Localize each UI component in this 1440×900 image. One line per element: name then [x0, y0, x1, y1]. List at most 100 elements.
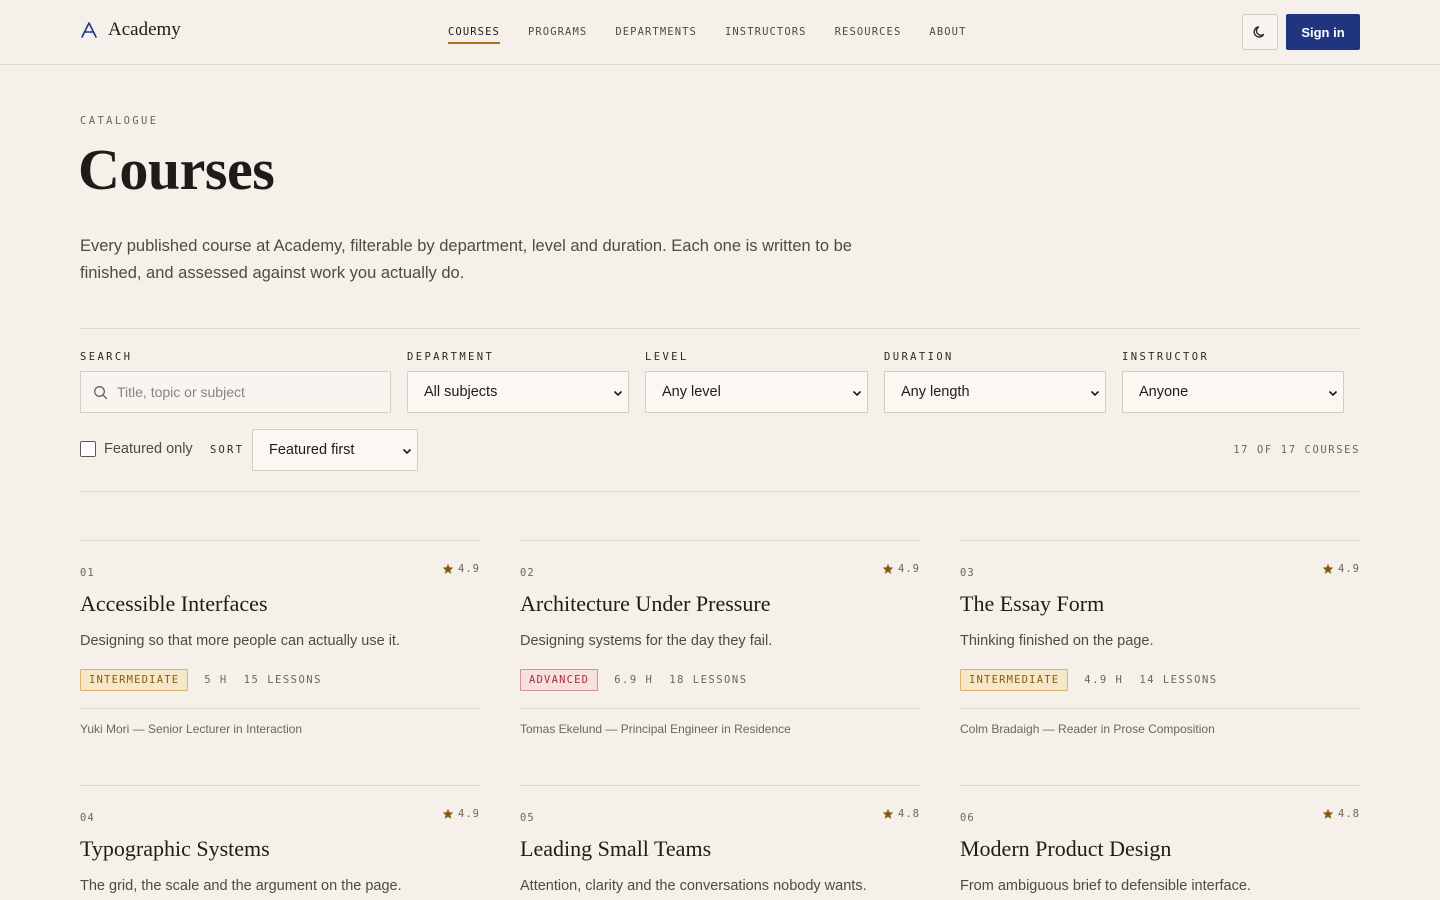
course-rating-value: 4.9 — [898, 563, 920, 575]
nav-courses[interactable]: COURSES — [448, 26, 500, 44]
course-lessons: 18 LESSONS — [669, 674, 748, 686]
results-count: 17 OF 17 COURSES — [1233, 444, 1360, 456]
nav-about[interactable]: ABOUT — [929, 26, 966, 44]
level-badge: ADVANCED — [520, 669, 599, 691]
course-rating-value: 4.8 — [1338, 808, 1360, 820]
level-select[interactable]: Any level — [645, 371, 868, 413]
course-title[interactable]: Leading Small Teams — [520, 836, 711, 862]
course-rating: 4.9 — [442, 563, 480, 575]
course-instructor: Colm Bradaigh — Reader in Prose Composit… — [960, 722, 1215, 736]
course-title[interactable]: The Essay Form — [960, 591, 1104, 617]
main-nav: COURSES PROGRAMS DEPARTMENTS INSTRUCTORS… — [448, 26, 995, 44]
theme-toggle-button[interactable] — [1242, 14, 1278, 50]
nav-instructors[interactable]: INSTRUCTORS — [725, 26, 807, 44]
course-number: 01 — [80, 567, 95, 579]
chevron-down-icon — [1328, 390, 1338, 397]
chevron-down-icon — [1090, 390, 1100, 397]
course-number: 05 — [520, 812, 535, 824]
search-icon — [94, 386, 108, 400]
instructor-select-value: Anyone — [1139, 384, 1189, 400]
course-hours: 5 H — [204, 674, 228, 686]
course-number: 06 — [960, 812, 975, 824]
star-icon — [1322, 563, 1334, 574]
site-header: Academy COURSES PROGRAMS DEPARTMENTS INS… — [0, 0, 1440, 65]
divider — [80, 491, 1360, 492]
sort-select[interactable]: Featured first — [252, 429, 418, 471]
star-icon — [882, 563, 894, 574]
course-number: 04 — [80, 812, 95, 824]
card-divider — [80, 708, 480, 709]
nav-departments[interactable]: DEPARTMENTS — [615, 26, 697, 44]
level-badge: INTERMEDIATE — [80, 669, 189, 691]
triangle-a-icon — [81, 22, 97, 38]
sign-in-button[interactable]: Sign in — [1286, 14, 1360, 50]
course-title[interactable]: Accessible Interfaces — [80, 591, 268, 617]
course-description: Designing systems for the day they fail. — [520, 633, 773, 649]
course-card[interactable]: 01 4.9 Accessible Interfaces Designing s… — [80, 540, 480, 760]
star-icon — [442, 808, 454, 819]
course-description: Thinking finished on the page. — [960, 633, 1154, 649]
department-select-value: All subjects — [424, 384, 498, 400]
card-divider — [960, 708, 1360, 709]
duration-select[interactable]: Any length — [884, 371, 1106, 413]
course-lessons: 14 LESSONS — [1139, 674, 1218, 686]
course-title[interactable]: Modern Product Design — [960, 836, 1171, 862]
featured-only-checkbox[interactable] — [80, 441, 96, 457]
card-divider — [520, 708, 920, 709]
course-title[interactable]: Typographic Systems — [80, 836, 270, 862]
course-meta: INTERMEDIATE 5 H 15 LESSONS — [80, 669, 322, 691]
sort-label: SORT — [210, 444, 245, 456]
level-label: LEVEL — [645, 351, 689, 363]
nav-programs[interactable]: PROGRAMS — [528, 26, 587, 44]
course-meta: ADVANCED 6.9 H 18 LESSONS — [520, 669, 748, 691]
course-lessons: 15 LESSONS — [243, 674, 322, 686]
page-eyebrow: CATALOGUE — [80, 115, 159, 127]
course-card[interactable]: 04 4.9 Typographic Systems The grid, the… — [80, 785, 480, 900]
course-rating-value: 4.8 — [898, 808, 920, 820]
search-input[interactable] — [117, 372, 387, 412]
course-instructor: Tomas Ekelund — Principal Engineer in Re… — [520, 722, 791, 736]
course-title[interactable]: Architecture Under Pressure — [520, 591, 770, 617]
duration-select-value: Any length — [901, 384, 970, 400]
course-rating: 4.8 — [882, 808, 920, 820]
brand-logo[interactable]: Academy — [80, 19, 181, 41]
course-meta: INTERMEDIATE 4.9 H 14 LESSONS — [960, 669, 1218, 691]
star-icon — [882, 808, 894, 819]
course-description: From ambiguous brief to defensible inter… — [960, 878, 1251, 894]
duration-label: DURATION — [884, 351, 954, 363]
course-card[interactable]: 03 4.9 The Essay Form Thinking finished … — [960, 540, 1360, 760]
featured-only-toggle[interactable]: Featured only — [80, 441, 193, 457]
page-intro: Every published course at Academy, filte… — [80, 237, 852, 282]
course-number: 02 — [520, 567, 535, 579]
course-rating: 4.8 — [1322, 808, 1360, 820]
divider — [80, 328, 1360, 329]
star-icon — [442, 563, 454, 574]
search-field — [80, 371, 391, 413]
brand-name: Academy — [108, 19, 181, 40]
course-card[interactable]: 02 4.9 Architecture Under Pressure Desig… — [520, 540, 920, 760]
chevron-down-icon — [613, 390, 623, 397]
course-instructor: Yuki Mori — Senior Lecturer in Interacti… — [80, 722, 303, 736]
course-number: 03 — [960, 567, 975, 579]
moon-icon — [1253, 26, 1265, 38]
sort-select-value: Featured first — [269, 442, 355, 458]
course-rating-value: 4.9 — [458, 563, 480, 575]
nav-resources[interactable]: RESOURCES — [835, 26, 902, 44]
department-label: DEPARTMENT — [407, 351, 495, 363]
course-rating-value: 4.9 — [1338, 563, 1360, 575]
level-badge: INTERMEDIATE — [960, 669, 1069, 691]
instructor-label: INSTRUCTOR — [1122, 351, 1210, 363]
course-description: Attention, clarity and the conversations… — [520, 878, 867, 894]
chevron-down-icon — [852, 390, 862, 397]
course-hours: 4.9 H — [1084, 674, 1124, 686]
department-select[interactable]: All subjects — [407, 371, 629, 413]
chevron-down-icon — [402, 448, 412, 455]
course-rating: 4.9 — [882, 563, 920, 575]
course-description: The grid, the scale and the argument on … — [80, 878, 402, 894]
search-label: SEARCH — [80, 351, 133, 363]
course-card[interactable]: 06 4.8 Modern Product Design From ambigu… — [960, 785, 1360, 900]
course-card[interactable]: 05 4.8 Leading Small Teams Attention, cl… — [520, 785, 920, 900]
course-rating: 4.9 — [1322, 563, 1360, 575]
page-title: Courses — [78, 137, 275, 202]
instructor-select[interactable]: Anyone — [1122, 371, 1344, 413]
